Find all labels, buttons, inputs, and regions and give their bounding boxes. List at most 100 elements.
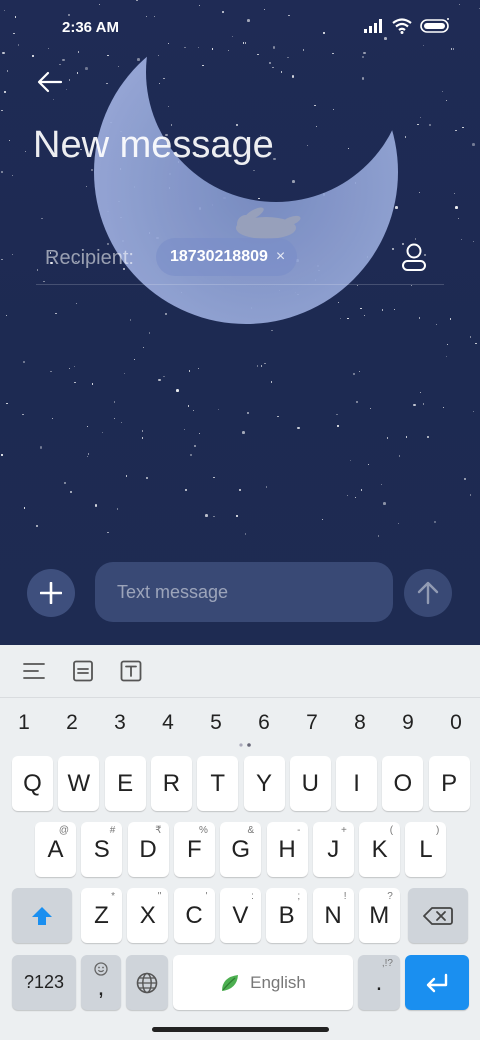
send-button[interactable] bbox=[404, 569, 452, 617]
status-time: 2:36 AM bbox=[62, 19, 119, 36]
number-key[interactable]: 4 bbox=[144, 703, 192, 743]
letter-key-c[interactable]: C ' bbox=[173, 888, 215, 943]
language-key[interactable] bbox=[126, 955, 168, 1010]
letter-key-label: E bbox=[117, 769, 134, 797]
letter-key-label: T bbox=[210, 769, 226, 797]
comma-emoji-key[interactable]: , bbox=[81, 955, 121, 1010]
keyboard: 1234567890 Q W E R T Y U I O P A @ S # D ₹ F% G & H - J + K(L) Z… bbox=[0, 645, 480, 1040]
text-edit-button[interactable] bbox=[117, 657, 145, 685]
letter-key-h[interactable]: H- bbox=[266, 822, 308, 877]
letter-key-q[interactable]: Q bbox=[12, 756, 53, 811]
back-button[interactable] bbox=[30, 62, 70, 102]
letter-key-hint: ? bbox=[387, 891, 393, 902]
keyboard-page-indicator bbox=[239, 743, 251, 747]
letter-key-label: O bbox=[393, 769, 413, 797]
symbols-key-label: ?123 bbox=[23, 972, 65, 992]
letter-key-m[interactable]: M? bbox=[358, 888, 400, 943]
letter-key-n[interactable]: N! bbox=[312, 888, 354, 943]
letter-key-l[interactable]: L) bbox=[405, 822, 447, 877]
number-key[interactable]: 5 bbox=[192, 703, 240, 743]
letter-key-t[interactable]: T bbox=[197, 756, 239, 811]
letter-key-label: C bbox=[185, 901, 203, 929]
recipient-chip[interactable]: 18730218809 × bbox=[156, 238, 298, 276]
number-key[interactable]: 8 bbox=[336, 703, 384, 743]
letter-key-label: W bbox=[67, 769, 91, 797]
message-input[interactable] bbox=[95, 562, 393, 622]
period-key-hint: ,!? bbox=[381, 958, 393, 969]
crescent-moon-illustration bbox=[94, 20, 398, 324]
letter-key-hint: % bbox=[198, 825, 208, 836]
shift-key[interactable] bbox=[12, 888, 72, 943]
backspace-icon bbox=[423, 906, 453, 925]
letter-key-e[interactable]: E bbox=[104, 756, 146, 811]
letter-key-v[interactable]: V: bbox=[219, 888, 261, 943]
compose-bar bbox=[0, 560, 480, 630]
letter-key-label: Z bbox=[94, 901, 109, 929]
menu-icon bbox=[23, 663, 45, 679]
letter-key-label: S bbox=[93, 835, 110, 863]
letter-key-label: J bbox=[327, 835, 340, 863]
letter-key-k[interactable]: K( bbox=[359, 822, 401, 877]
letter-key-label: L bbox=[419, 835, 433, 863]
number-key[interactable]: 7 bbox=[288, 703, 336, 743]
letter-key-d[interactable]: D ₹ bbox=[127, 822, 169, 877]
letter-key-s[interactable]: S # bbox=[81, 822, 123, 877]
letter-key-g[interactable]: G & bbox=[220, 822, 262, 877]
letter-key-o[interactable]: O bbox=[382, 756, 424, 811]
backspace-key[interactable] bbox=[408, 888, 468, 943]
letter-key-y[interactable]: Y bbox=[243, 756, 285, 811]
clipboard-button[interactable] bbox=[69, 657, 97, 685]
letter-key-p[interactable]: P bbox=[428, 756, 470, 811]
space-key[interactable]: English bbox=[173, 955, 353, 1010]
letter-key-hint: : bbox=[251, 891, 254, 902]
letter-key-j[interactable]: J + bbox=[312, 822, 354, 877]
letter-key-u[interactable]: U bbox=[289, 756, 331, 811]
letter-key-hint: @ bbox=[58, 825, 69, 836]
send-arrow-icon bbox=[417, 581, 439, 605]
attach-button[interactable] bbox=[27, 569, 75, 617]
letter-key-hint: ( bbox=[389, 825, 394, 836]
letter-key-hint: ; bbox=[297, 891, 301, 902]
menu-button[interactable] bbox=[20, 657, 48, 685]
recipient-label: Recipient: bbox=[45, 247, 134, 269]
letter-key-label: G bbox=[231, 835, 251, 863]
letter-key-label: B bbox=[278, 901, 295, 929]
number-key[interactable]: 6 bbox=[240, 703, 288, 743]
letter-key-r[interactable]: R bbox=[150, 756, 192, 811]
letter-key-w[interactable]: W bbox=[58, 756, 100, 811]
enter-key[interactable] bbox=[405, 955, 469, 1010]
home-indicator[interactable] bbox=[152, 1027, 329, 1032]
remove-recipient-button[interactable]: × bbox=[276, 248, 285, 266]
number-key[interactable]: 2 bbox=[48, 703, 96, 743]
number-key[interactable]: 3 bbox=[96, 703, 144, 743]
number-key[interactable]: 9 bbox=[384, 703, 432, 743]
letter-key-label: Y bbox=[255, 769, 272, 797]
number-key[interactable]: 0 bbox=[432, 703, 480, 743]
text-edit-icon bbox=[120, 660, 142, 682]
letter-key-f[interactable]: F% bbox=[173, 822, 215, 877]
letter-key-a[interactable]: A @ bbox=[35, 822, 76, 877]
page-title: New message bbox=[33, 124, 274, 166]
contact-picker-button[interactable] bbox=[398, 239, 430, 275]
letter-key-label: H bbox=[278, 835, 296, 863]
letter-key-hint: ) bbox=[436, 825, 440, 836]
letter-key-label: M bbox=[369, 901, 390, 929]
number-key[interactable]: 1 bbox=[0, 703, 48, 743]
letter-key-b[interactable]: B; bbox=[266, 888, 308, 943]
letter-key-hint: & bbox=[247, 825, 255, 836]
letter-key-label: D bbox=[139, 835, 157, 863]
symbols-key[interactable]: ?123 bbox=[12, 955, 76, 1010]
status-bar: 2:36 AM bbox=[0, 0, 480, 56]
letter-key-label: P bbox=[441, 769, 458, 797]
letter-key-label: U bbox=[301, 769, 319, 797]
recipient-field[interactable]: Recipient: 18730218809 × bbox=[36, 233, 444, 285]
period-key-label: . bbox=[375, 968, 383, 996]
letter-key-z[interactable]: Z * bbox=[81, 888, 122, 943]
period-key[interactable]: ,!? . bbox=[358, 955, 400, 1010]
letter-key-x[interactable]: X " bbox=[127, 888, 169, 943]
letter-key-i[interactable]: I bbox=[336, 756, 378, 811]
keyboard-toolbar bbox=[0, 645, 480, 698]
status-icons bbox=[364, 18, 450, 34]
contact-icon bbox=[402, 243, 426, 271]
recipient-chip-number: 18730218809 bbox=[170, 248, 268, 265]
